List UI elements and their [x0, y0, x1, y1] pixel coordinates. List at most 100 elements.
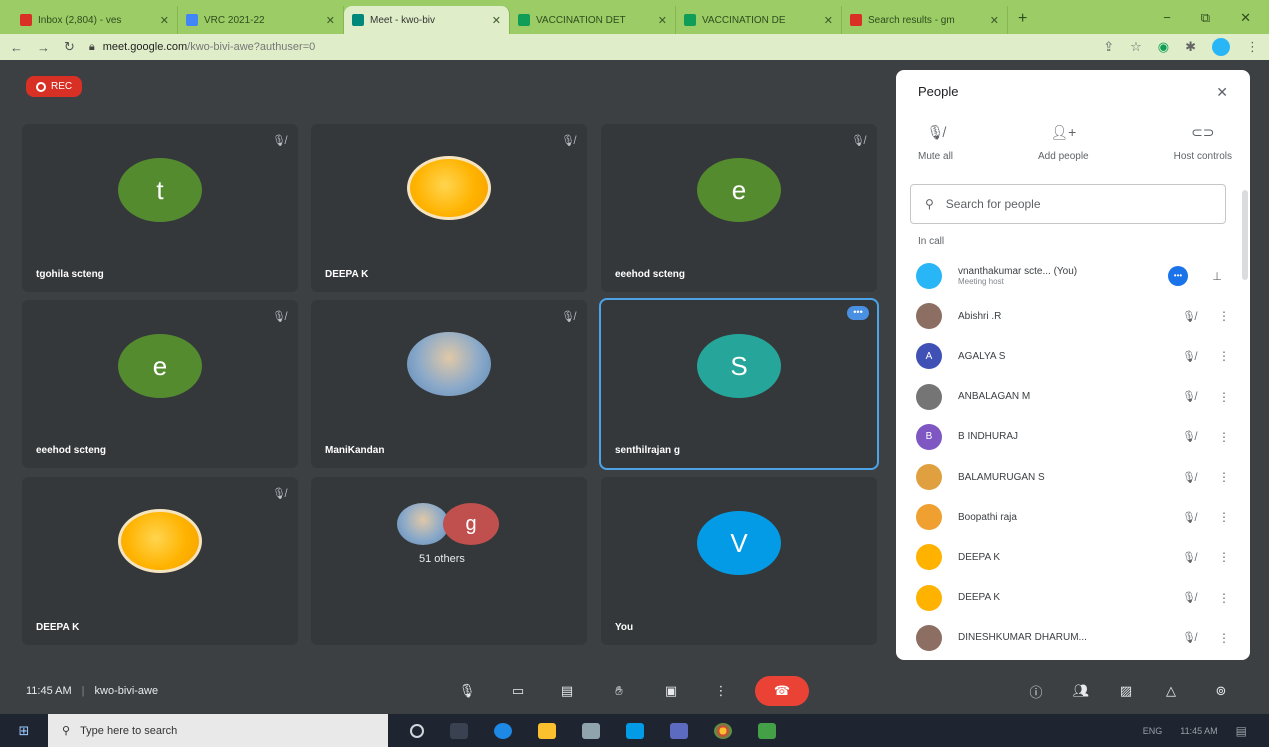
more-vert-icon[interactable]: ⋮ — [1218, 349, 1230, 363]
pin-icon[interactable]: ⊥ — [1204, 270, 1230, 283]
share-icon[interactable]: ⇪ — [1103, 39, 1114, 55]
more-vert-icon[interactable]: ⋮ — [1218, 510, 1230, 524]
video-tile[interactable]: 🎙︎̸ t tgohila scteng — [22, 124, 298, 292]
profile-avatar[interactable] — [1212, 38, 1230, 56]
video-tile[interactable]: 🎙︎̸ DEEPA K — [311, 124, 587, 292]
host-controls-button[interactable]: ⊂⊃ Host controls — [1174, 124, 1232, 162]
store-icon[interactable] — [582, 722, 600, 739]
mic-off-icon[interactable]: 🎙︎̸ — [1176, 631, 1202, 644]
browser-tab[interactable]: Search results - gm ✕ — [842, 6, 1008, 34]
browser-tab[interactable]: Inbox (2,804) - ves ✕ — [12, 6, 178, 34]
task-view-icon[interactable] — [450, 722, 468, 739]
participant-row[interactable]: vnanthakumar scte... (You) Meeting host ••… — [896, 256, 1250, 296]
taskbar-search-input[interactable]: ⚲ Type here to search — [48, 714, 388, 747]
chat-button[interactable]: ▨ — [1111, 676, 1141, 706]
panel-scrollbar[interactable] — [1242, 190, 1248, 280]
meeting-details-button[interactable]: ⓘ — [1021, 676, 1051, 706]
activities-button[interactable]: △ — [1156, 676, 1186, 706]
camera-toggle-button[interactable]: ▭ — [503, 676, 533, 706]
window-close-icon[interactable]: ✕ — [1240, 10, 1251, 26]
mail-icon[interactable] — [626, 722, 644, 739]
browser-tab[interactable]: VACCINATION DE ✕ — [676, 6, 842, 34]
tab-close-icon[interactable]: ✕ — [326, 14, 335, 27]
photos-icon[interactable] — [670, 722, 688, 739]
raise-hand-button[interactable]: ✋︎ — [604, 676, 634, 706]
participant-row[interactable]: Boopathi raja 🎙︎̸ ⋮ — [896, 497, 1250, 537]
minimize-icon[interactable]: − — [1163, 10, 1171, 26]
close-icon[interactable]: ✕ — [1216, 84, 1228, 101]
more-vert-icon[interactable]: ⋮ — [1218, 430, 1230, 444]
participant-row[interactable]: ANBALAGAN M 🎙︎̸ ⋮ — [896, 377, 1250, 417]
present-button[interactable]: ▣ — [656, 676, 686, 706]
people-search-input[interactable]: ⚲ Search for people — [910, 184, 1226, 224]
back-icon[interactable]: ← — [10, 40, 23, 55]
more-vert-icon[interactable]: ⋮ — [1218, 470, 1230, 484]
video-tile[interactable]: 🎙︎̸ ManiKandan — [311, 300, 587, 468]
mic-off-icon[interactable]: 🎙︎̸ — [1176, 350, 1202, 363]
video-tile[interactable]: 🎙︎̸ e eeehod scteng — [22, 300, 298, 468]
mute-all-button[interactable]: 🎙︎̸ Mute all — [918, 124, 953, 162]
video-tile[interactable]: g 51 others — [311, 477, 587, 645]
tab-close-icon[interactable]: ✕ — [824, 14, 833, 27]
restore-icon[interactable]: ⧉ — [1201, 10, 1210, 26]
video-tile[interactable]: 🎙︎̸ DEEPA K — [22, 477, 298, 645]
file-explorer-icon[interactable] — [538, 722, 556, 739]
tab-close-icon[interactable]: ✕ — [990, 14, 999, 27]
puzzle-icon[interactable]: ✱ — [1185, 39, 1196, 55]
participant-row[interactable]: DEEPA K 🎙︎̸ ⋮ — [896, 537, 1250, 577]
forward-icon[interactable]: → — [37, 40, 50, 55]
captions-button[interactable]: ▤ — [552, 676, 582, 706]
extension-icon[interactable]: ◉ — [1158, 39, 1169, 55]
tab-close-icon[interactable]: ✕ — [492, 14, 501, 27]
mic-off-icon[interactable]: 🎙︎̸ — [1176, 430, 1202, 443]
participant-row[interactable]: DEEPA K 🎙︎̸ ⋮ — [896, 578, 1250, 618]
chrome-icon[interactable] — [714, 722, 732, 739]
mic-off-icon[interactable]: 🎙︎̸ — [1176, 511, 1202, 524]
tray-clock[interactable]: 11:45 AM — [1180, 726, 1217, 736]
more-vert-icon[interactable]: ⋮ — [1218, 309, 1230, 323]
people-button[interactable]: 👥︎ — [1066, 676, 1096, 706]
excel-icon[interactable] — [758, 722, 776, 739]
mic-off-icon[interactable]: 🎙︎̸ — [1176, 591, 1202, 604]
host-controls-button[interactable]: ⊚ — [1206, 676, 1236, 706]
add-people-button[interactable]: 👤︎+ Add people — [1038, 124, 1089, 162]
more-vert-icon[interactable]: ⋮ — [1218, 550, 1230, 564]
mic-off-icon[interactable]: 🎙︎̸ — [1176, 310, 1202, 323]
leave-call-button[interactable]: ☎ — [755, 676, 809, 706]
tab-title: Search results - gm — [868, 14, 955, 26]
browser-tab[interactable]: Meet - kwo-biv ✕ — [344, 6, 510, 34]
toggle-icon: ⊂⊃ — [1191, 124, 1215, 140]
mic-off-icon[interactable]: 🎙︎̸ — [1176, 390, 1202, 403]
video-tile[interactable]: 🎙︎̸ e eeehod scteng — [601, 124, 877, 292]
mic-toggle-button[interactable]: 🎙︎ — [452, 676, 482, 706]
tray-lang[interactable]: ENG — [1143, 726, 1163, 736]
reload-icon[interactable]: ↻ — [64, 39, 75, 55]
participant-row[interactable]: B B INDHURAJ 🎙︎̸ ⋮ — [896, 417, 1250, 457]
more-vert-icon[interactable]: ⋮ — [1218, 591, 1230, 605]
browser-menu-icon[interactable]: ⋮ — [1246, 39, 1259, 55]
tab-title: Inbox (2,804) - ves — [38, 14, 122, 26]
participant-row[interactable]: BALAMURUGAN S 🎙︎̸ ⋮ — [896, 457, 1250, 497]
mic-off-icon[interactable]: 🎙︎̸ — [1176, 471, 1202, 484]
participant-row[interactable]: DINESHKUMAR DHARUM... 🎙︎̸ ⋮ — [896, 618, 1250, 658]
mic-off-icon[interactable]: 🎙︎̸ — [1176, 551, 1202, 564]
browser-tab[interactable]: VACCINATION DET ✕ — [510, 6, 676, 34]
browser-tab[interactable]: VRC 2021-22 ✕ — [178, 6, 344, 34]
windows-start-icon[interactable]: ⊞ — [0, 723, 48, 739]
tab-close-icon[interactable]: ✕ — [658, 14, 667, 27]
notification-icon[interactable]: ▤ — [1236, 724, 1247, 738]
tab-close-icon[interactable]: ✕ — [160, 14, 169, 27]
video-tile[interactable]: ••• Ssenthilrajan g — [599, 298, 879, 470]
participant-row[interactable]: Abishri .R 🎙︎̸ ⋮ — [896, 296, 1250, 336]
edge-icon[interactable] — [494, 722, 512, 739]
more-options-button[interactable]: ⋮ — [706, 676, 736, 706]
participant-row[interactable]: A AGALYA S 🎙︎̸ ⋮ — [896, 336, 1250, 376]
tile-options-icon[interactable]: ••• — [847, 306, 869, 320]
new-tab-button[interactable]: + — [1008, 10, 1037, 34]
url-field[interactable]: 🔒︎ meet.google.com/kwo-bivi-awe?authuser… — [89, 41, 315, 54]
more-vert-icon[interactable]: ⋮ — [1218, 631, 1230, 645]
bookmark-star-icon[interactable]: ☆ — [1130, 39, 1142, 55]
video-tile[interactable]: V You — [601, 477, 877, 645]
more-vert-icon[interactable]: ⋮ — [1218, 390, 1230, 404]
cortana-icon[interactable] — [410, 723, 424, 738]
